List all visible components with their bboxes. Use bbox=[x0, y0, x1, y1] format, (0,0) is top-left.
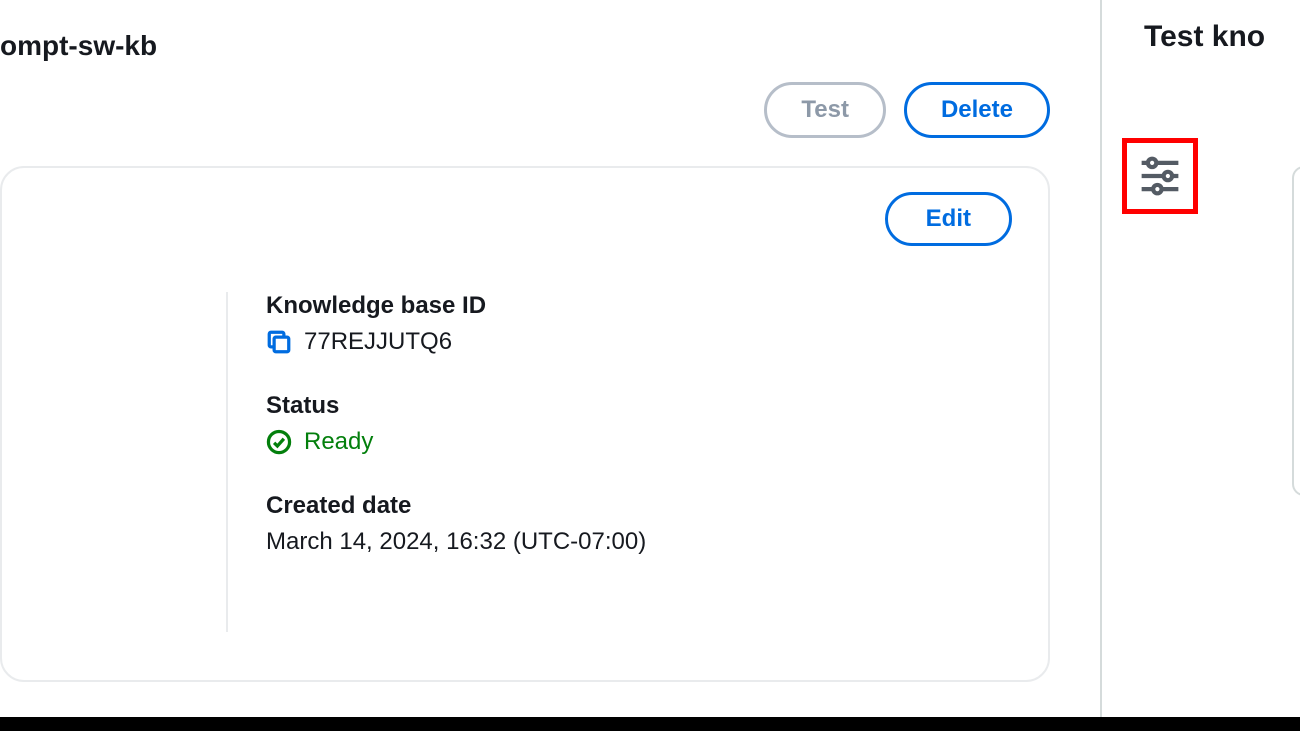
window-bottom-bar bbox=[0, 717, 1300, 731]
created-value: March 14, 2024, 16:32 (UTC-07:00) bbox=[266, 528, 646, 556]
chat-bubble-edge bbox=[1292, 166, 1300, 496]
copy-icon[interactable] bbox=[266, 329, 292, 355]
action-row: Test Delete bbox=[0, 82, 1050, 138]
status-ready-icon bbox=[266, 429, 292, 455]
created-field: Created date March 14, 2024, 16:32 (UTC-… bbox=[266, 492, 646, 556]
status-field: Status Ready bbox=[266, 392, 646, 456]
status-value: Ready bbox=[304, 428, 373, 456]
test-button: Test bbox=[764, 82, 886, 138]
delete-button[interactable]: Delete bbox=[904, 82, 1050, 138]
page-title: ompt-sw-kb bbox=[0, 30, 1080, 62]
test-panel-title: Test kno bbox=[1144, 20, 1300, 54]
status-label: Status bbox=[266, 392, 646, 420]
kb-id-label: Knowledge base ID bbox=[266, 292, 646, 320]
filters-icon bbox=[1139, 155, 1181, 197]
overview-card: Edit tuq5d Knowledge base ID bbox=[0, 166, 1050, 682]
created-label: Created date bbox=[266, 492, 646, 520]
test-panel: Test kno bbox=[1100, 0, 1300, 731]
kb-id-value: 77REJJUTQ6 bbox=[304, 328, 452, 356]
edit-button[interactable]: Edit bbox=[885, 192, 1012, 246]
filters-button[interactable] bbox=[1122, 138, 1198, 214]
kb-id-field: Knowledge base ID 77REJJUTQ6 bbox=[266, 292, 646, 356]
